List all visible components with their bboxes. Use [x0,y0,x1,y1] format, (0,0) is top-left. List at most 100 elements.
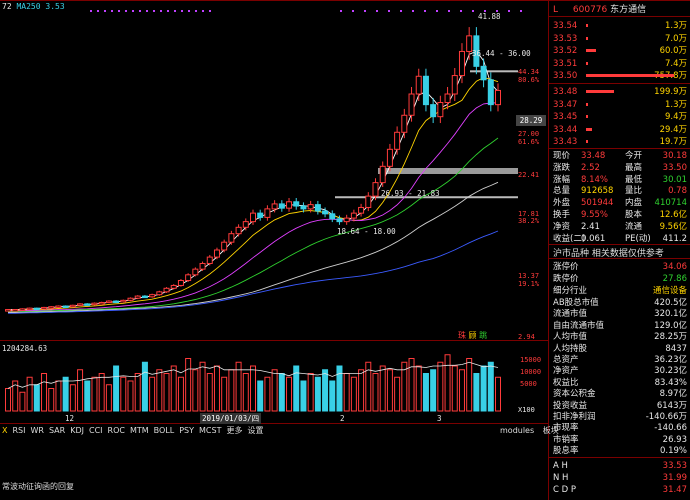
moving-average-line [8,230,499,314]
volume-bar [451,365,458,412]
ask-row: 33.51 7.4万 [553,58,687,69]
candle [163,287,170,293]
bid-volume-bar [586,127,592,131]
tail-row: N H 31.99 [553,473,687,483]
volume-bar [473,373,480,412]
volume-bar [149,376,156,412]
volume-bar [48,388,55,412]
moving-average-line [8,137,499,313]
signal-dot [424,10,426,12]
candle [113,300,120,304]
candle [206,256,213,264]
tab-rsi[interactable]: RSI [12,426,25,435]
tab-mtm[interactable]: MTM [130,426,149,435]
signal-dot [202,10,204,12]
candle [293,201,300,207]
volume-bar [408,358,415,412]
tab-更多[interactable]: 更多 [226,425,242,436]
candle [177,279,184,286]
volume-bar [343,373,350,412]
volume-bar [278,373,285,412]
tab-kdj[interactable]: KDJ [70,426,84,435]
ask-volume-bar [586,74,674,77]
volume-bar [466,358,473,412]
candle [358,206,365,214]
volume-bar [358,369,365,412]
metric-row: 股息率 0.19% [553,446,687,457]
signal-dot [520,10,522,12]
candle [372,182,379,197]
tab-cci[interactable]: CCI [89,426,103,435]
signal-dot [146,10,148,12]
candle [127,297,134,301]
tab-mcst[interactable]: MCST [199,426,221,435]
limit-down: 跌停价 27.86 [553,274,687,284]
volume-bar [113,365,120,412]
candle [149,294,156,298]
candle [26,307,33,311]
volume-chart[interactable] [0,345,545,413]
volume-bar [444,354,451,412]
volume-bar [141,361,148,412]
volume-bar [286,376,293,412]
candle [314,204,321,212]
tab-boll[interactable]: BOLL [154,426,175,435]
tab-modules[interactable]: modules [500,426,534,435]
candle [105,300,112,304]
bid-volume-bar [586,102,588,106]
volume-bar [430,369,437,412]
volume-bar [26,376,33,412]
metric-row: 市销率 26.93 [553,434,687,445]
volume-bar [5,388,11,412]
indicator-tab-bar: X RSI WR SAR KDJ CCI ROC MTM BOLL PSY MCST 更多 设置 [2,425,268,436]
bid-row: 33.47 1.3万 [553,99,687,110]
candlestick-chart[interactable] [0,8,545,338]
candle [286,201,293,209]
quote-header: L 600776 东方通信 [553,2,689,16]
price-axis-label: 61.6% [518,138,540,146]
tab-roc[interactable]: ROC [108,426,125,435]
tab-psy[interactable]: PSY [179,426,194,435]
ask-row: 33.54 1.3万 [553,21,687,31]
candle [343,217,350,223]
candle [12,309,19,312]
tab-sar[interactable]: SAR [49,426,65,435]
signal-dot [352,10,354,12]
volume-bar [91,376,98,412]
candle [77,303,84,306]
signal-dot [195,10,197,12]
stat-row: 换手 9.55% 股本 12.6亿 [553,210,687,220]
range-zone-top [470,70,518,73]
tab-x[interactable]: X [2,426,7,435]
candle [41,306,48,310]
volume-bar [62,376,69,412]
price-axis-label: 80.6% [518,76,540,84]
tab-wr[interactable]: WR [30,426,43,435]
signal-dot [188,10,190,12]
candle [235,226,242,235]
candle [394,131,401,150]
volume-bar [322,369,329,412]
tab-设置[interactable]: 设置 [247,425,263,436]
candle [98,301,105,305]
signal-dot [448,10,450,12]
candle [228,233,235,243]
volume-bar [264,376,271,412]
range-low-label: 18.64 - 18.00 [337,227,396,236]
volume-bar [69,384,76,412]
candle [401,114,408,133]
candle [278,203,285,209]
volume-bar [170,365,177,412]
volume-bar [271,369,278,412]
volume-bar [379,365,386,412]
candle [458,50,465,77]
bid-row: 33.44 29.4万 [553,124,687,135]
volume-bar [127,380,134,412]
volume-bar [98,373,105,412]
bid-volume-bar [586,140,588,143]
volume-bar [257,380,264,412]
month-2: 2 [340,414,345,423]
candle [250,212,256,223]
month-1: 12 [65,414,75,423]
candle [466,35,473,52]
